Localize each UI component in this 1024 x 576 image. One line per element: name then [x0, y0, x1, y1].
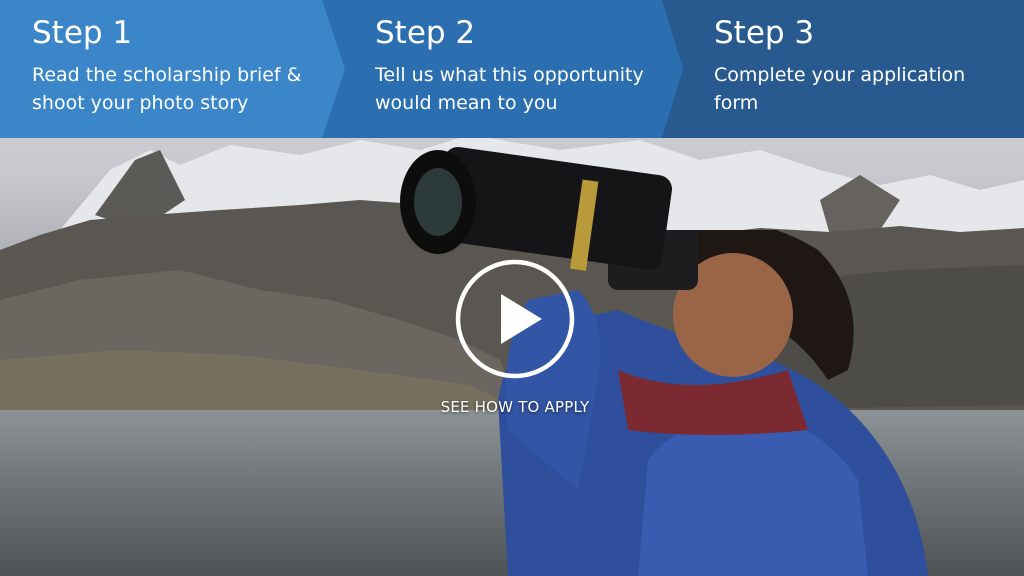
- step-3-title: Step 3: [714, 15, 815, 51]
- step-3-description: Complete your application form: [714, 64, 966, 114]
- step-3-panel: Step 3 Complete your application form: [660, 0, 1024, 138]
- step-2-panel: Step 2 Tell us what this opportunity wou…: [322, 0, 683, 138]
- step-2-description: Tell us what this opportunity would mean…: [375, 64, 644, 114]
- see-how-to-apply-link[interactable]: SEE HOW TO APPLY: [400, 398, 630, 416]
- step-1-panel: Step 1 Read the scholarship brief & shoo…: [0, 0, 345, 138]
- step-1-description: Read the scholarship brief & shoot your …: [32, 64, 302, 114]
- step-2-title: Step 2: [375, 15, 476, 51]
- play-video-button[interactable]: [454, 258, 576, 380]
- application-steps-banner: Step 1 Read the scholarship brief & shoo…: [0, 0, 1024, 138]
- step-1-title: Step 1: [32, 15, 133, 51]
- play-circle-icon: [455, 259, 575, 379]
